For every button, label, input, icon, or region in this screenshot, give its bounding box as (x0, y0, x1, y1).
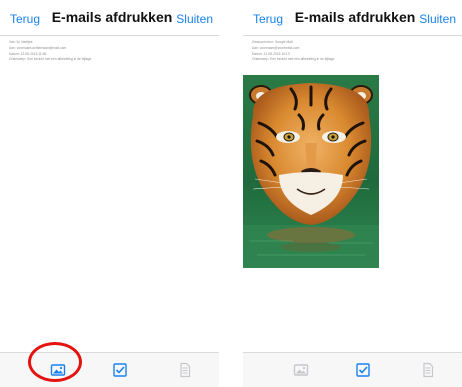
email-header: Van: W. Neefjes Aan: voornaam.achternaam… (9, 40, 189, 63)
email-header: Gestuurd door: Google Mail Aan: voornaam… (252, 40, 432, 63)
close-button[interactable]: Sluiten (419, 12, 456, 26)
email-header-to: Aan: voornaam@voorbeeld.com (252, 45, 300, 50)
close-button[interactable]: Sluiten (176, 12, 213, 26)
email-header-subject: Onderwerp: Een bericht met een afbeeldin… (9, 57, 92, 62)
image-icon[interactable] (293, 362, 309, 378)
print-toolbar (243, 352, 462, 387)
document-icon[interactable] (177, 362, 193, 378)
navigation-bar: Terug E-mails afdrukken Sluiten (0, 0, 219, 36)
page-title: E-mails afdrukken (294, 9, 416, 25)
email-header-subject: Onderwerp: Een bericht met een afbeeldin… (252, 57, 335, 62)
highlight-circle (28, 342, 82, 382)
email-header-from: Gestuurd door: Google Mail (252, 40, 293, 44)
print-screen-left: Terug E-mails afdrukken Sluiten Van: W. … (0, 0, 219, 387)
back-button[interactable]: Terug (10, 12, 40, 26)
tiger-photo (243, 75, 379, 268)
back-button[interactable]: Terug (253, 12, 283, 26)
checkbox-icon[interactable] (112, 362, 128, 378)
email-header-date: Datum: 12-08-2015 10:13 (252, 51, 290, 56)
navigation-bar: Terug E-mails afdrukken Sluiten (243, 0, 462, 36)
document-icon[interactable] (420, 362, 436, 378)
email-header-to: Aan: voornaam.achternaam@mail.com (9, 45, 67, 50)
email-header-from: Van: W. Neefjes (9, 40, 33, 44)
email-header-date: Datum: 12-08-2015 11:56 (9, 51, 47, 56)
checkbox-icon[interactable] (355, 362, 371, 378)
print-screen-right: Terug E-mails afdrukken Sluiten Gestuurd… (243, 0, 462, 387)
page-title: E-mails afdrukken (51, 9, 173, 25)
